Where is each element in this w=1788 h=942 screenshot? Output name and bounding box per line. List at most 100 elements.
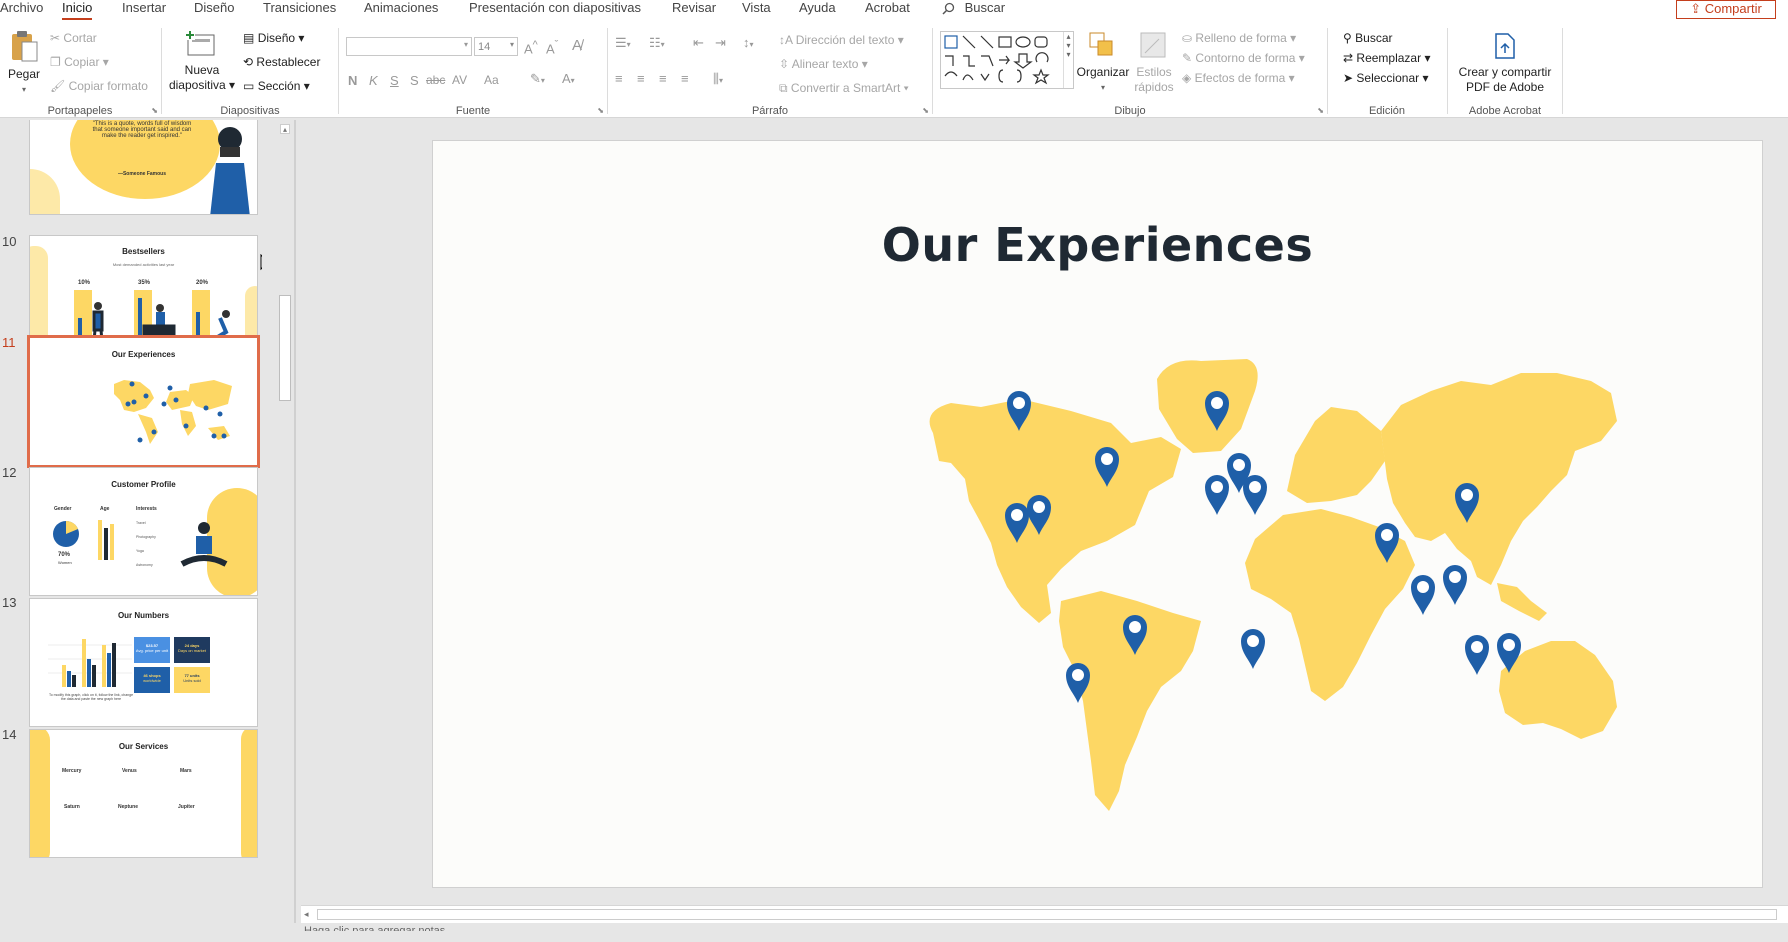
create-pdf-button[interactable]: Crear y compartir PDF de Adobe: [1453, 31, 1557, 95]
replace-button[interactable]: ⇄ Reemplazar ▾: [1343, 51, 1430, 65]
scroll-left-icon[interactable]: ◂: [304, 909, 309, 920]
cut-button[interactable]: ✂ Cortar: [50, 31, 97, 45]
tab-vista[interactable]: Vista: [742, 0, 771, 15]
tab-transiciones[interactable]: Transiciones: [263, 0, 336, 15]
scrollbar-thumb[interactable]: [279, 295, 291, 401]
highlight-icon[interactable]: ✎▾: [530, 71, 545, 87]
slide-thumbnail-13[interactable]: Our Numbers To modify this graph, click …: [29, 598, 258, 727]
font-size-value: 14: [478, 41, 491, 53]
location-pin-dot: [1013, 397, 1025, 409]
align-text-button[interactable]: ⇳ Alinear texto ▾: [779, 57, 868, 71]
find-button[interactable]: ⚲ Buscar: [1343, 31, 1393, 45]
tab-acrobat[interactable]: Acrobat: [865, 0, 910, 15]
select-button[interactable]: ➤ Seleccionar ▾: [1343, 71, 1428, 85]
align-text-icon: ⇳: [779, 57, 790, 71]
slide-thumbnail-pane[interactable]: "This is a quote, words full of wisdom t…: [0, 120, 262, 942]
copy-button[interactable]: ❐ Copiar ▾: [50, 55, 109, 69]
align-right-icon[interactable]: ≡: [659, 71, 667, 86]
shape-outline-button[interactable]: ✎ Contorno de forma ▾: [1182, 51, 1305, 65]
gallery-scroll[interactable]: ▴ ▾ ▾: [1063, 32, 1073, 88]
font-name-box[interactable]: ▾: [346, 37, 472, 56]
yoga-woman-icon: [180, 522, 228, 567]
change-case-button[interactable]: Aa: [484, 73, 499, 87]
align-center-icon[interactable]: ≡: [637, 71, 645, 86]
dialog-launcher-icon[interactable]: ⬊: [922, 106, 929, 115]
slide-thumbnail-14[interactable]: Our Services Mercury Venus Mars Saturn N…: [29, 729, 258, 858]
thumb-item: Neptune: [118, 804, 138, 810]
bullets-icon[interactable]: ☰▾: [615, 35, 631, 51]
shadow-button[interactable]: S: [410, 73, 419, 88]
format-painter-button[interactable]: 🖌 Copiar formato: [50, 79, 148, 93]
dialog-launcher-icon[interactable]: ⬊: [1317, 106, 1324, 115]
quick-styles-button[interactable]: Estilos rápidos: [1130, 31, 1178, 95]
tab-diseno[interactable]: Diseño: [194, 0, 234, 15]
font-size-box[interactable]: 14 ▾: [474, 37, 518, 56]
paste-label: Pegar: [7, 67, 41, 81]
align-left-icon[interactable]: ≡: [615, 71, 623, 86]
decrease-indent-icon[interactable]: ⇤: [693, 35, 704, 51]
shapes-gallery[interactable]: ▴ ▾ ▾: [940, 31, 1074, 89]
thumbnail-scrollbar[interactable]: ▴: [277, 120, 293, 942]
slide-canvas[interactable]: Our Experiences: [432, 140, 1763, 888]
tab-animaciones[interactable]: Animaciones: [364, 0, 438, 15]
new-slide-button[interactable]: Nueva diapositiva ▾: [168, 31, 236, 93]
line-spacing-icon[interactable]: ↕▾: [743, 35, 754, 50]
share-icon: ⇪: [1690, 1, 1702, 16]
increase-indent-icon[interactable]: ⇥: [715, 35, 726, 51]
numbering-icon[interactable]: ☷▾: [649, 35, 665, 51]
smartart-button[interactable]: ⧉ Convertir a SmartArt ▾: [779, 81, 909, 96]
scrollbar-thumb[interactable]: [317, 909, 1777, 920]
quick-styles-label-1: Estilos: [1136, 65, 1172, 79]
thumb-interest: Yoga: [136, 549, 144, 553]
location-pin-dot: [1503, 639, 1515, 651]
slide-thumbnail-9[interactable]: "This is a quote, words full of wisdom t…: [29, 120, 258, 215]
shape-fill-button[interactable]: ⛀ Relleno de forma ▾: [1182, 31, 1296, 45]
text-direction-button[interactable]: ↕A Dirección del texto ▾: [779, 33, 904, 47]
italic-button[interactable]: K: [369, 73, 378, 88]
reset-button[interactable]: ⟲ Restablecer: [243, 55, 320, 69]
scroll-up-icon[interactable]: ▴: [280, 124, 290, 134]
font-color-icon[interactable]: A▾: [562, 71, 575, 86]
tab-inicio[interactable]: Inicio: [62, 0, 93, 20]
clear-format-icon[interactable]: A̸: [572, 37, 582, 54]
arrange-button[interactable]: Organizar ▾: [1076, 31, 1130, 95]
tab-presentacion[interactable]: Presentación con diapositivas: [469, 0, 641, 15]
grow-font-icon[interactable]: A^: [524, 39, 538, 56]
slide-title[interactable]: Our Experiences: [433, 218, 1762, 272]
tab-ayuda[interactable]: Ayuda: [799, 0, 836, 15]
pdf-share-icon: [1495, 33, 1515, 59]
spacing-button[interactable]: AV: [452, 73, 467, 87]
tab-revisar[interactable]: Revisar: [672, 0, 716, 15]
world-map-icon[interactable]: [911, 351, 1631, 831]
dialog-launcher-icon[interactable]: ⬊: [597, 106, 604, 115]
canvas-horizontal-scrollbar[interactable]: ◂: [301, 905, 1788, 923]
shrink-font-icon[interactable]: Aˇ: [546, 39, 558, 56]
group-fuente: ▾ 14 ▾ A^ Aˇ A̸ N K S S abc AV Aa ✎▾ A▾ F…: [340, 25, 606, 117]
dialog-launcher-icon[interactable]: ⬊: [151, 106, 158, 115]
bold-button[interactable]: N: [348, 73, 357, 88]
layout-icon: ▤: [243, 31, 255, 45]
mouse-cursor-icon: [260, 254, 262, 271]
search-box[interactable]: Buscar: [942, 0, 1005, 15]
tab-insertar[interactable]: Insertar: [122, 0, 166, 15]
group-label-edicion: Edición: [1368, 105, 1406, 117]
share-button[interactable]: ⇪ Compartir: [1676, 0, 1776, 19]
thumb-label: Gender: [54, 506, 72, 512]
copy-label: Copiar: [64, 55, 100, 69]
group-parrafo: ☰▾ ☷▾ ⇤ ⇥ ↕▾ ↕A Dirección del texto ▾ ⇳ …: [609, 25, 931, 117]
slide-number-12: 12: [2, 465, 17, 480]
shape-effects-button[interactable]: ◈ Efectos de forma ▾: [1182, 71, 1295, 85]
tab-archivo[interactable]: Archivo: [0, 0, 43, 15]
notes-placeholder[interactable]: Haga clic para agregar notas: [304, 925, 445, 931]
justify-icon[interactable]: ≡: [681, 71, 689, 86]
strikethrough-button[interactable]: abc: [426, 73, 445, 87]
slide-thumbnail-11[interactable]: Our Experiences: [27, 335, 260, 468]
section-button[interactable]: ▭ Sección ▾: [243, 79, 310, 93]
slide-thumbnail-12[interactable]: Customer Profile Gender Age Interests 70…: [29, 467, 258, 596]
columns-icon[interactable]: ⫼▾: [713, 71, 723, 87]
underline-button[interactable]: S: [390, 73, 399, 88]
layout-button[interactable]: ▤ Diseño ▾: [243, 31, 304, 45]
chevron-down-icon: ▾: [509, 40, 514, 49]
location-pin-dot: [1072, 669, 1084, 681]
paste-button[interactable]: Pegar ▾: [6, 29, 42, 97]
